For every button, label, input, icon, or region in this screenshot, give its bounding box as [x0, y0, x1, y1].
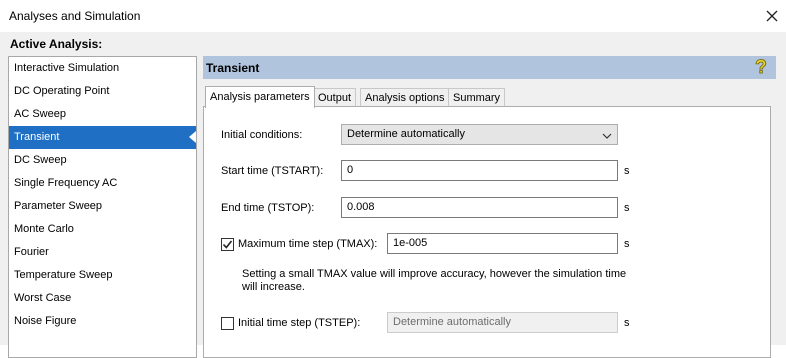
analysis-list[interactable]: Interactive Simulation DC Operating Poin… — [8, 56, 197, 358]
help-question-icon[interactable] — [752, 58, 770, 76]
max-step-label: Maximum time step (TMAX): — [238, 238, 378, 250]
tab-output[interactable]: Output — [313, 88, 357, 107]
analysis-item-dc-operating-point[interactable]: DC Operating Point — [9, 80, 196, 103]
initial-conditions-value: Determine automatically — [347, 128, 465, 140]
max-step-unit: s — [624, 238, 630, 250]
analysis-item-noise-figure[interactable]: Noise Figure — [9, 310, 196, 333]
start-time-label: Start time (TSTART): — [221, 165, 324, 177]
tab-analysis-options[interactable]: Analysis options — [360, 88, 450, 107]
chevron-down-icon — [602, 129, 612, 148]
tab-summary[interactable]: Summary — [448, 88, 506, 107]
max-step-hint: Setting a small TMAX value will improve … — [242, 268, 627, 293]
analysis-item-temperature-sweep[interactable]: Temperature Sweep — [9, 264, 196, 287]
analysis-item-fourier[interactable]: Fourier — [9, 241, 196, 264]
window-title: Analyses and Simulation — [9, 9, 141, 23]
analysis-item-dc-sweep[interactable]: DC Sweep — [9, 149, 196, 172]
initial-conditions-label: Initial conditions: — [221, 129, 303, 141]
analysis-item-parameter-sweep[interactable]: Parameter Sweep — [9, 195, 196, 218]
end-time-label: End time (TSTOP): — [221, 202, 315, 214]
analysis-item-single-frequency-ac[interactable]: Single Frequency AC — [9, 172, 196, 195]
title-bar: Analyses and Simulation — [0, 0, 786, 32]
analysis-item-worst-case[interactable]: Worst Case — [9, 287, 196, 310]
analysis-header: Transient — [203, 56, 776, 79]
initial-step-input[interactable]: Determine automatically — [387, 312, 618, 333]
max-step-checkbox[interactable] — [221, 238, 234, 251]
start-time-unit: s — [624, 165, 630, 177]
initial-step-label: Initial time step (TSTEP): — [238, 317, 361, 329]
end-time-input[interactable]: 0.008 — [341, 197, 618, 218]
analysis-title: Transient — [206, 61, 260, 75]
analysis-item-monte-carlo[interactable]: Monte Carlo — [9, 218, 196, 241]
initial-step-checkbox[interactable] — [221, 317, 234, 330]
initial-step-unit: s — [624, 317, 630, 329]
dialog-body: Active Analysis: Interactive Simulation … — [0, 32, 786, 358]
analysis-item-transient[interactable]: Transient — [9, 126, 196, 149]
end-time-unit: s — [624, 202, 630, 214]
initial-conditions-select[interactable]: Determine automatically — [341, 124, 618, 145]
tab-analysis-parameters[interactable]: Analysis parameters — [205, 86, 315, 108]
analysis-item-ac-sweep[interactable]: AC Sweep — [9, 103, 196, 126]
max-step-input[interactable]: 1e-005 — [387, 233, 618, 254]
start-time-input[interactable]: 0 — [341, 160, 618, 181]
analysis-parameters-panel: Initial conditions: Determine automatica… — [203, 106, 771, 358]
close-icon[interactable] — [760, 4, 784, 28]
analysis-item-interactive-simulation[interactable]: Interactive Simulation — [9, 57, 196, 80]
active-analysis-label: Active Analysis: — [10, 37, 103, 51]
